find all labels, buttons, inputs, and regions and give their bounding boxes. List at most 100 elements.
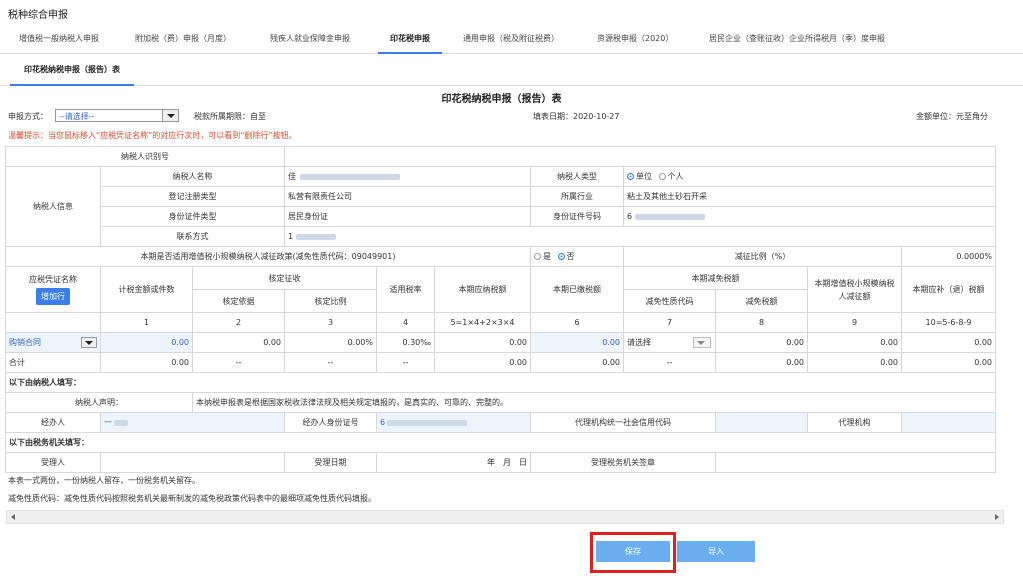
taxpayer-info-label: 纳税人信息 [5, 166, 101, 247]
method-select-value: --请选择-- [59, 112, 95, 121]
payable-cell: 0.00 [434, 332, 531, 353]
agency-input[interactable] [901, 412, 996, 433]
note-reduction-code: 减免性质代码：减免性质代码按照税务机关最新制发的减免税政策代码表中的最细项减免性… [8, 494, 376, 503]
scroll-left-icon[interactable] [11, 514, 15, 520]
taxpayer-type-options: 单位 个人 [623, 166, 996, 187]
ratio-cell: 0.00% [284, 332, 377, 353]
tab-resource-tax[interactable]: 资源税申报（2020） [597, 24, 673, 54]
period-label: 税款所属期限：自至 [194, 112, 266, 121]
assessed-header: 核定征收 [192, 266, 377, 290]
basis-cell: 0.00 [192, 332, 285, 353]
app-header: 税种综合申报 [0, 0, 1023, 24]
policy-question: 本期是否适用增值税小规模纳税人减征政策(减免性质代码：09049901) [5, 246, 531, 267]
declaration-table: 纳税人识别号 纳税人信息 纳税人名称 佳 纳税人类型 单位 个人 登记注册类型 … [5, 146, 996, 473]
index-6: 6 [530, 312, 624, 333]
amount-input[interactable]: 0.00 [100, 332, 193, 353]
index-10: 10=5-6-8-9 [901, 312, 996, 333]
office-stamp-value [715, 452, 996, 473]
tab-stamp-tax-form[interactable]: 印花税纳税申报（报告）表 [10, 54, 134, 86]
contact-label: 联系方式 [100, 226, 285, 247]
agent-id-input[interactable]: 6 [376, 412, 531, 433]
total-code: -- [623, 352, 716, 373]
index-blank [5, 312, 101, 333]
taxpayer-id-label: 纳税人识别号 [5, 146, 285, 167]
refund-header: 本期应补（退）税额 [901, 266, 996, 313]
doc-name-header: 应税凭证名称 增加行 [5, 266, 101, 313]
office-stamp-label: 受理税务机关签章 [530, 452, 716, 473]
id-no-label: 身份证件号码 [530, 206, 624, 227]
reduction-ratio-value: 0.0000% [901, 246, 996, 267]
tab-general-declaration[interactable]: 通用申报（税及附征税费） [463, 24, 559, 54]
rate-cell: 0.30‰ [376, 332, 435, 353]
radio-no[interactable] [557, 253, 565, 260]
horizontal-scrollbar[interactable] [6, 510, 1004, 524]
agent-id-label: 经办人身份证号 [284, 412, 377, 433]
scroll-right-icon[interactable] [995, 514, 999, 520]
chevron-down-icon[interactable] [81, 337, 97, 348]
contact-value: 1 [284, 226, 996, 247]
tax-tabs: 增值税一般纳税人申报 附加税（费）申报（月度） 残疾人就业保障金申报 印花税申报… [0, 24, 1023, 54]
refund-cell: 0.00 [901, 332, 996, 353]
index-4: 4 [376, 312, 435, 333]
amount-unit: 金额单位：元至角分 [916, 112, 988, 121]
radio-unit[interactable] [627, 173, 634, 180]
index-1: 1 [100, 312, 193, 333]
add-row-button[interactable]: 增加行 [36, 288, 70, 305]
declaration-text: 本纳税申报表是根据国家税收法律法规及相关规定填报的，是真实的、可靠的、完整的。 [192, 392, 996, 413]
tax-office-heading: 以下由税务机关填写： [5, 432, 996, 453]
receiver-value [100, 452, 285, 473]
reduction-ratio-label: 减征比例（%） [623, 246, 902, 267]
small-scale-cell: 0.00 [807, 332, 902, 353]
paid-input[interactable]: 0.00 [530, 332, 624, 353]
chevron-down-icon[interactable] [162, 110, 178, 121]
industry-label: 所属行业 [530, 186, 624, 207]
taxpayer-section-heading: 以下由纳税人填写： [5, 372, 996, 393]
chevron-down-icon[interactable] [693, 337, 711, 348]
fill-date: 填表日期：2020-10-27 [533, 112, 620, 121]
agency-label: 代理机构 [807, 412, 902, 433]
tab-disability-fund[interactable]: 残疾人就业保障金申报 [270, 24, 350, 54]
payable-header: 本期应纳税额 [434, 266, 531, 313]
agent-label: 经办人 [5, 412, 101, 433]
index-9: 9 [807, 312, 902, 333]
total-paid: 0.00 [530, 352, 624, 373]
tab-surcharge[interactable]: 附加税（费）申报（月度） [135, 24, 231, 54]
taxpayer-type-label: 纳税人类型 [530, 166, 624, 187]
index-3: 3 [284, 312, 377, 333]
method-label: 申报方式： [8, 112, 48, 121]
method-select[interactable]: --请选择-- [55, 109, 179, 122]
radio-yes[interactable] [534, 253, 541, 260]
tab-corporate-income-tax[interactable]: 居民企业（查账征收）企业所得税月（季）度申报 [709, 24, 885, 54]
tab-vat-general[interactable]: 增值税一般纳税人申报 [19, 24, 99, 54]
agency-code-input[interactable] [715, 412, 808, 433]
total-payable: 0.00 [434, 352, 531, 373]
total-row: 合计 0.00 -- -- -- 0.00 0.00 -- 0.00 0.00 … [5, 352, 996, 373]
form-title: 印花税纳税申报（报告）表 [441, 94, 562, 105]
receive-date-label: 受理日期 [284, 452, 377, 473]
total-ratio: -- [284, 352, 377, 373]
table-row: 购销合同 0.00 0.00 0.00% 0.30‰ 0.00 0.00 请选择… [5, 332, 996, 353]
doc-name-label: 应税凭证名称 [29, 275, 77, 284]
reduction-code-select[interactable]: 请选择 [623, 332, 716, 353]
import-button[interactable]: 导入 [677, 541, 755, 562]
radio-individual[interactable] [658, 173, 666, 180]
taxpayer-id-value [284, 146, 996, 167]
id-type-label: 身份证件类型 [100, 206, 285, 227]
industry-value: 粘土及其他土砂石开采 [623, 186, 996, 207]
index-5: 5=1×4+2×3×4 [434, 312, 531, 333]
amount-header: 计税金额或件数 [100, 266, 193, 313]
agent-input[interactable]: 一 [100, 412, 285, 433]
total-reduction: 0.00 [715, 352, 808, 373]
reduction-amount-cell: 0.00 [715, 332, 808, 353]
taxpayer-name-value: 佳 [284, 166, 531, 187]
basis-header: 核定依据 [192, 289, 285, 313]
index-8: 8 [715, 312, 808, 333]
index-7: 7 [623, 312, 716, 333]
sub-tabs: 印花税纳税申报（报告）表 [0, 54, 1023, 86]
declaration-label: 纳税人声明： [5, 392, 193, 413]
paid-header: 本期已缴税额 [530, 266, 624, 313]
tab-stamp-tax[interactable]: 印花税申报 [378, 24, 442, 54]
index-2: 2 [192, 312, 285, 333]
doc-select[interactable]: 购销合同 [5, 332, 101, 353]
total-amount: 0.00 [100, 352, 193, 373]
